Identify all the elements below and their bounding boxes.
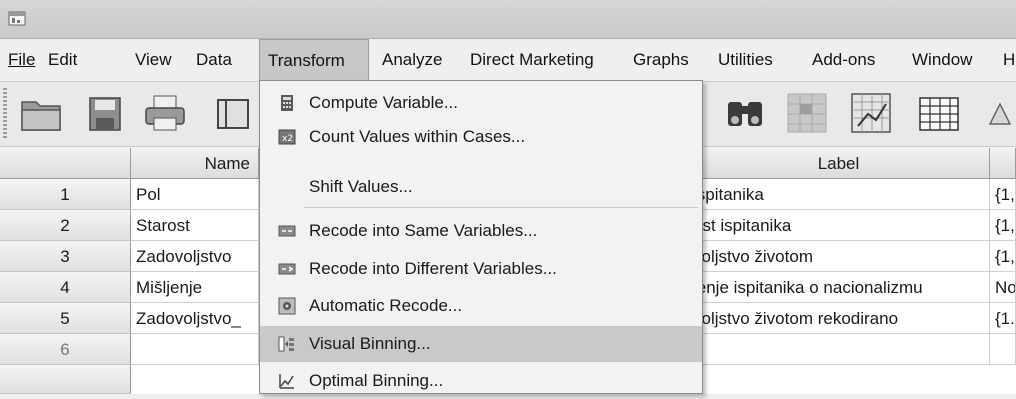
save-icon[interactable] bbox=[80, 88, 130, 138]
menu-item-label: Shift Values... bbox=[309, 177, 413, 196]
menu-item-visual-binning[interactable]: Visual Binning... bbox=[260, 326, 702, 362]
data-view-icon[interactable] bbox=[204, 88, 254, 138]
insert-cases-icon[interactable] bbox=[782, 88, 832, 138]
menu-file-label: File bbox=[8, 50, 36, 69]
visual-binning-icon bbox=[278, 336, 294, 352]
recode-different-icon bbox=[278, 263, 296, 275]
menu-item-automatic-recode[interactable]: Automatic Recode... bbox=[260, 288, 702, 324]
menu-item-label: Recode into Same Variables... bbox=[309, 221, 538, 240]
menu-data[interactable]: Data bbox=[196, 39, 232, 81]
cell-values[interactable]: No bbox=[990, 272, 1016, 303]
cell-label[interactable]: ispitanika bbox=[688, 179, 990, 210]
title-bar bbox=[0, 0, 1016, 39]
spss-app-icon bbox=[8, 11, 26, 26]
cell-name[interactable]: Starost bbox=[131, 210, 259, 241]
calculator-icon bbox=[281, 95, 293, 111]
toolbar-grip[interactable] bbox=[3, 88, 7, 140]
cell-values[interactable]: {1, bbox=[990, 210, 1016, 241]
column-header-values[interactable] bbox=[990, 148, 1016, 179]
menu-analyze[interactable]: Analyze bbox=[382, 39, 442, 81]
cell-name[interactable]: Zadovoljstvo bbox=[131, 241, 259, 272]
value-labels-icon[interactable] bbox=[914, 88, 964, 138]
menu-utilities[interactable]: Utilities bbox=[718, 39, 773, 81]
row-number[interactable]: 3 bbox=[0, 241, 131, 272]
row-number[interactable]: 6 bbox=[0, 334, 131, 365]
menu-item-recode-different[interactable]: Recode into Different Variables... bbox=[260, 251, 702, 287]
open-folder-icon[interactable] bbox=[16, 88, 66, 138]
column-header-label[interactable]: Label bbox=[688, 148, 990, 179]
print-icon[interactable] bbox=[140, 88, 190, 138]
cell-label[interactable]: voljstvo životom rekodirano bbox=[688, 303, 990, 334]
menu-direct-marketing[interactable]: Direct Marketing bbox=[470, 39, 594, 81]
menu-bar: File Edit View Data Transform Analyze Di… bbox=[0, 39, 1016, 82]
cell-values[interactable]: {1. bbox=[990, 303, 1016, 334]
cell-name[interactable]: Pol bbox=[131, 179, 259, 210]
menu-item-compute-variable[interactable]: Compute Variable... bbox=[260, 85, 702, 121]
menu-graphs[interactable]: Graphs bbox=[633, 39, 689, 81]
cell-name[interactable] bbox=[131, 334, 259, 365]
menu-window[interactable]: Window bbox=[912, 39, 972, 81]
menu-item-label: Count Values within Cases... bbox=[309, 127, 526, 146]
recode-same-icon bbox=[278, 225, 296, 237]
menu-edit[interactable]: Edit bbox=[48, 39, 77, 81]
menu-item-label: Automatic Recode... bbox=[309, 296, 463, 315]
row-number[interactable]: 5 bbox=[0, 303, 131, 334]
cell-values[interactable]: {1, bbox=[990, 179, 1016, 210]
row-header-corner bbox=[0, 148, 131, 179]
menu-view[interactable]: View bbox=[135, 39, 172, 81]
cell-values[interactable]: {1, bbox=[990, 241, 1016, 272]
cell-values[interactable] bbox=[990, 334, 1016, 365]
cell-label[interactable]: jenje ispitanika o nacionalizmu bbox=[688, 272, 990, 303]
menu-item-label: Compute Variable... bbox=[309, 93, 458, 112]
menu-help[interactable]: H bbox=[1003, 39, 1015, 81]
menu-item-label: Visual Binning... bbox=[309, 334, 431, 353]
optimal-binning-icon bbox=[279, 374, 294, 389]
cell-label[interactable]: voljstvo životom bbox=[688, 241, 990, 272]
automatic-recode-icon bbox=[278, 297, 296, 315]
row-number[interactable]: 2 bbox=[0, 210, 131, 241]
cell-name[interactable]: Zadovoljstvo_ bbox=[131, 303, 259, 334]
column-header-name[interactable]: Name bbox=[131, 148, 259, 179]
menu-item-count-values[interactable]: x2 Count Values within Cases... bbox=[260, 119, 702, 155]
row-number[interactable]: 4 bbox=[0, 272, 131, 303]
find-icon[interactable] bbox=[720, 88, 770, 138]
cell-label[interactable] bbox=[688, 334, 990, 365]
svg-text:x2: x2 bbox=[282, 134, 293, 144]
cell-label[interactable]: ost ispitanika bbox=[688, 210, 990, 241]
chart-builder-icon[interactable] bbox=[846, 88, 896, 138]
row-number[interactable] bbox=[0, 365, 131, 394]
row-number[interactable]: 1 bbox=[0, 179, 131, 210]
menu-item-recode-same[interactable]: Recode into Same Variables... bbox=[260, 213, 702, 249]
transform-menu: Compute Variable... x2 Count Values with… bbox=[259, 80, 703, 394]
count-icon: x2 bbox=[278, 129, 296, 145]
menu-item-shift-values[interactable]: Shift Values... bbox=[260, 169, 702, 205]
menu-item-label: Recode into Different Variables... bbox=[309, 259, 557, 278]
menu-transform[interactable]: Transform bbox=[259, 39, 369, 80]
scale-icon[interactable] bbox=[978, 88, 1016, 138]
cell-name[interactable]: Mišljenje bbox=[131, 272, 259, 303]
menu-file[interactable]: File bbox=[8, 39, 35, 81]
menu-addons[interactable]: Add-ons bbox=[812, 39, 875, 81]
menu-separator bbox=[304, 207, 698, 208]
